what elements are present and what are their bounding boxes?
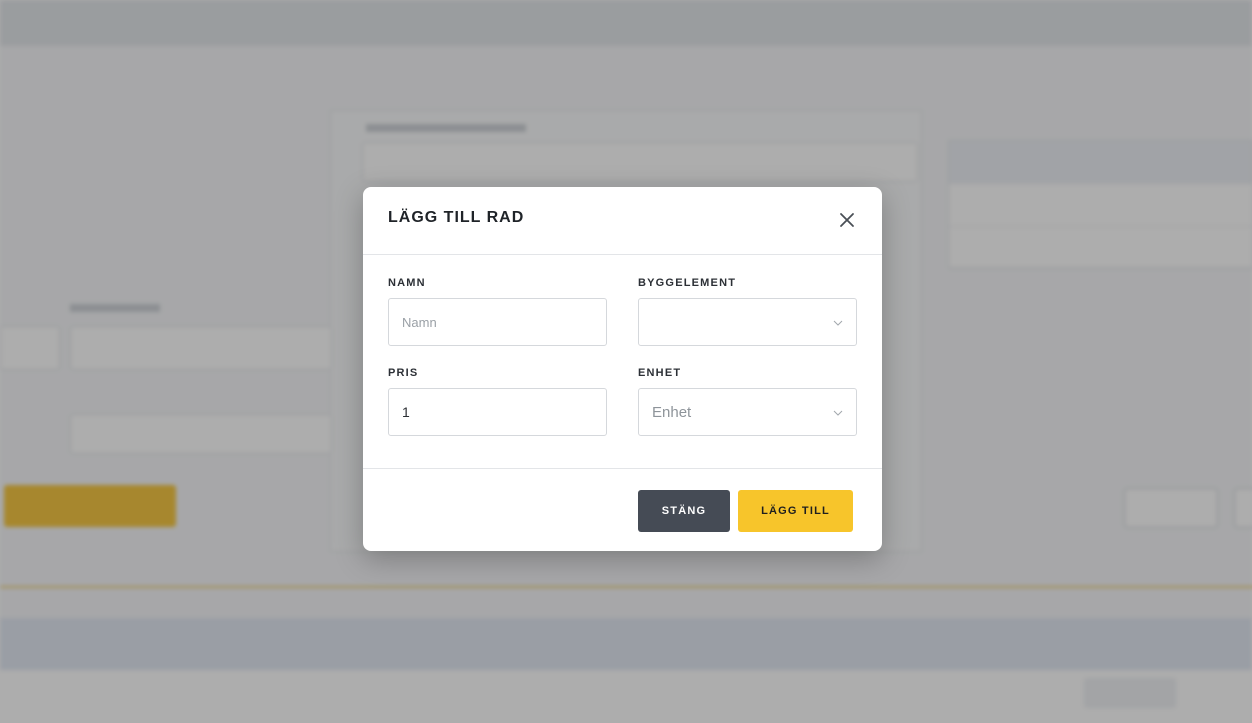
- dialog-footer: STÄNG LÄGG TILL: [363, 469, 882, 552]
- enhet-label: ENHET: [638, 367, 682, 379]
- add-button[interactable]: LÄGG TILL: [738, 490, 853, 532]
- pris-field-group: PRIS: [388, 367, 607, 436]
- namn-field-group: NAMN: [388, 277, 607, 346]
- chevron-down-icon: [833, 410, 843, 416]
- namn-label: NAMN: [388, 277, 426, 289]
- enhet-value: Enhet: [652, 404, 692, 421]
- dialog-header: LÄGG TILL RAD: [363, 187, 882, 255]
- add-row-dialog: LÄGG TILL RAD NAMN BYGGELEMENT PRIS: [363, 187, 882, 551]
- enhet-field-group: ENHET Enhet: [638, 367, 857, 436]
- enhet-select[interactable]: Enhet: [638, 388, 857, 436]
- byggelement-field-group: BYGGELEMENT: [638, 277, 857, 346]
- byggelement-select[interactable]: [638, 298, 857, 346]
- namn-input[interactable]: [388, 298, 607, 346]
- close-button[interactable]: STÄNG: [638, 490, 730, 532]
- close-icon: [840, 213, 854, 227]
- dialog-title: LÄGG TILL RAD: [388, 209, 525, 226]
- chevron-down-icon: [833, 320, 843, 326]
- close-dialog-button[interactable]: [834, 207, 860, 233]
- byggelement-label: BYGGELEMENT: [638, 277, 737, 289]
- pris-label: PRIS: [388, 367, 419, 379]
- pris-input[interactable]: [388, 388, 607, 436]
- dialog-body: NAMN BYGGELEMENT PRIS ENHET Enhet: [363, 255, 882, 469]
